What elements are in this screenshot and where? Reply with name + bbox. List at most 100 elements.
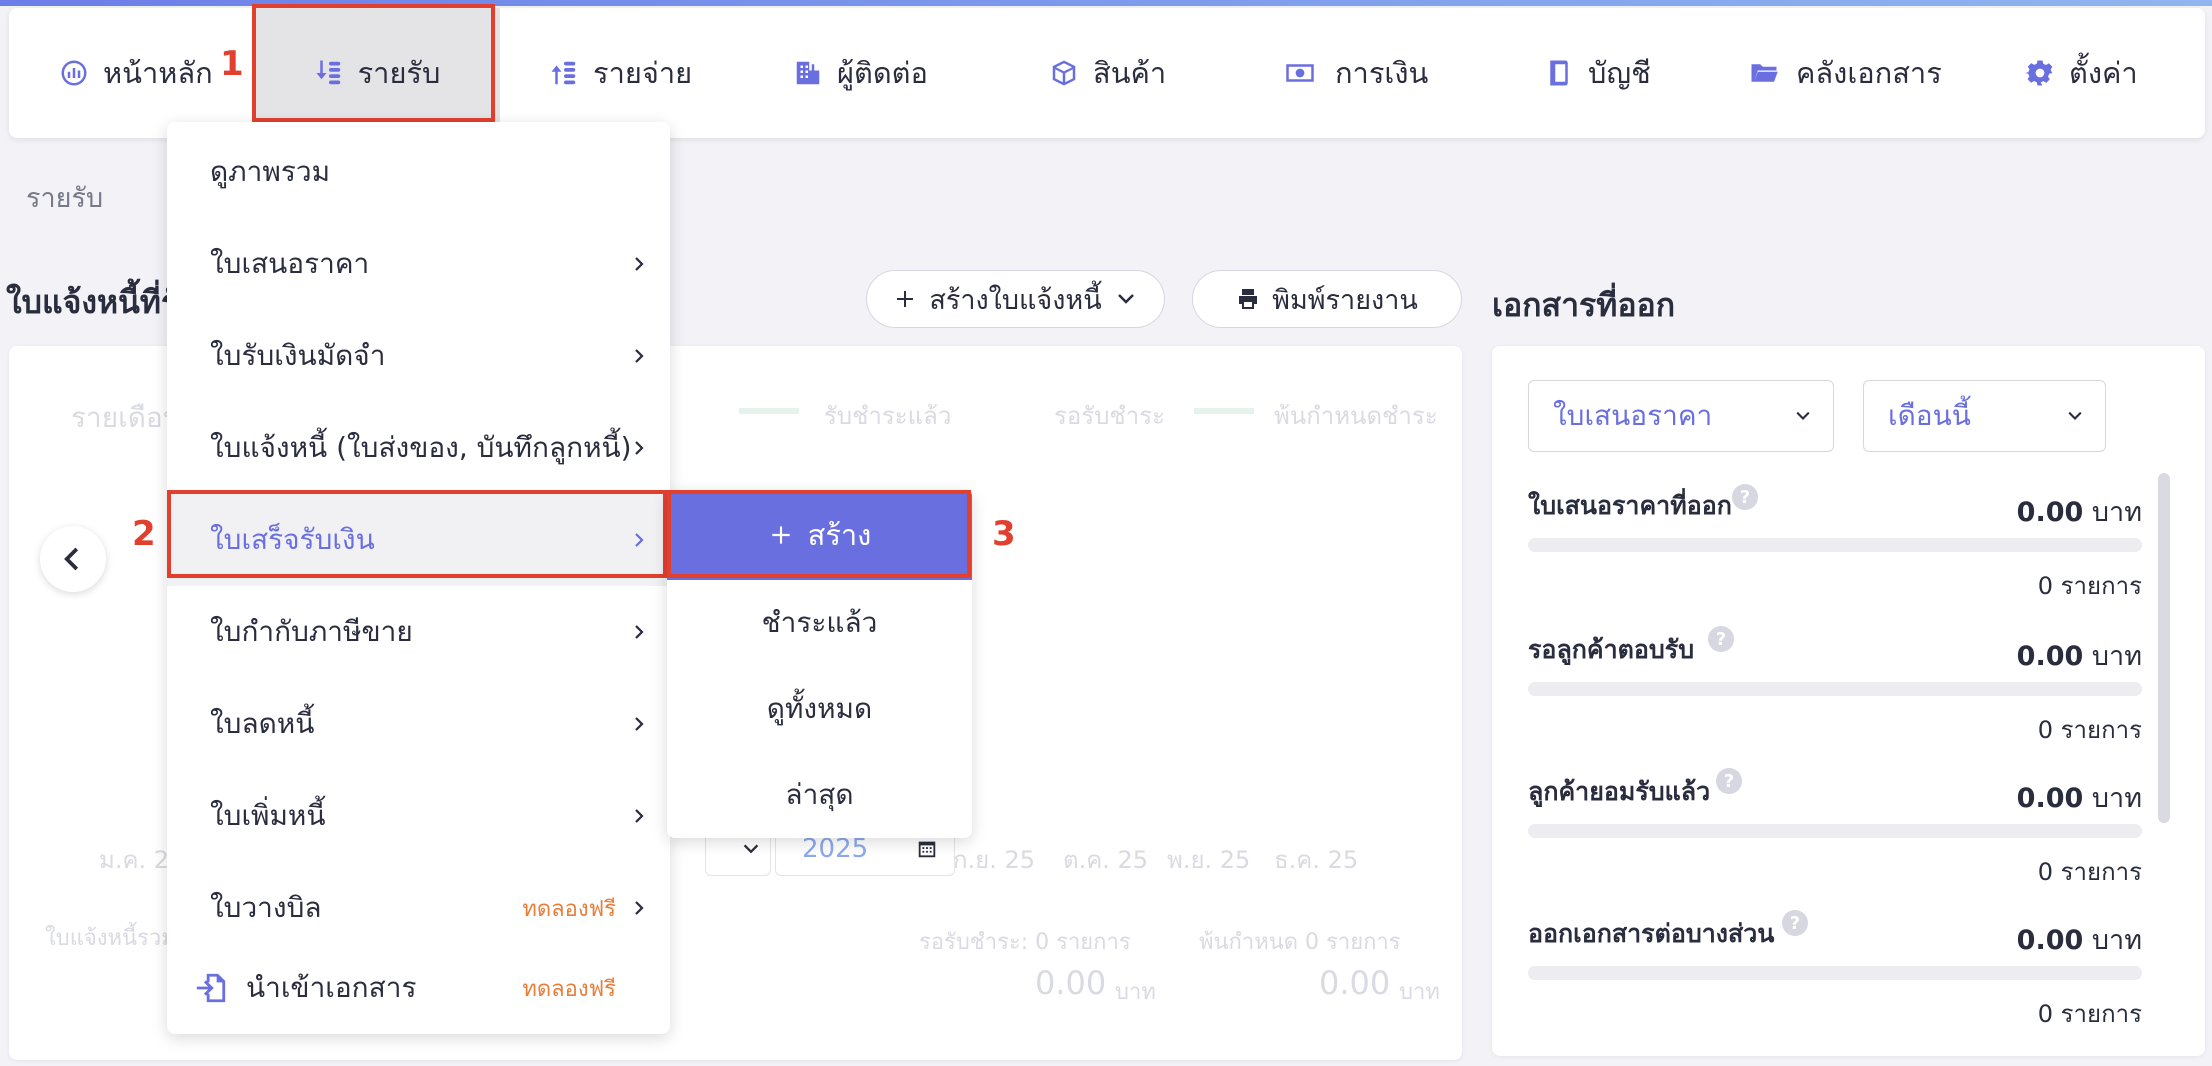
stat-progress-bar bbox=[1528, 824, 2142, 838]
stat-label-accepted: ลูกค้ายอมรับแล้ว bbox=[1528, 777, 1711, 806]
legend-overdue: พ้นกำหนดชำระ bbox=[1274, 402, 1438, 430]
nav-item-contacts[interactable]: ผู้ติดต่อ bbox=[793, 8, 928, 138]
invoice-section-title: ใบแจ้งหนี้ที่รั bbox=[6, 283, 179, 321]
chevron-down-icon bbox=[1117, 294, 1134, 304]
income-dropdown-menu: ดูภาพรวม ใบเสนอราคา ใบรับเงินมัดจำ ใบแจ้… bbox=[167, 122, 670, 1034]
nav-item-settings[interactable]: ตั้งค่า bbox=[2025, 8, 2138, 138]
nav-label: ผู้ติดต่อ bbox=[837, 56, 928, 90]
submenu-item-paid[interactable]: ชำระแล้ว bbox=[667, 580, 972, 666]
menu-item-label: นำเข้าเอกสาร bbox=[246, 971, 417, 1004]
nav-item-expense[interactable]: รายจ่าย bbox=[549, 8, 692, 138]
menu-item-invoice[interactable]: ใบแจ้งหนี้ (ใบส่งของ, บันทึกลูกหนี้) bbox=[167, 402, 670, 494]
top-accent-bar bbox=[0, 0, 2212, 6]
gear-icon bbox=[2025, 60, 2053, 86]
help-icon[interactable]: ? bbox=[1708, 626, 1734, 652]
money-icon bbox=[1286, 64, 1314, 82]
nav-label: หน้าหลัก bbox=[103, 56, 213, 90]
contacts-icon bbox=[796, 61, 820, 85]
invoice-summary-label: ใบแจ้งหนี้รวม bbox=[45, 926, 176, 951]
plus-icon bbox=[897, 291, 914, 307]
expense-icon bbox=[551, 61, 576, 85]
menu-item-deposit-receipt[interactable]: ใบรับเงินมัดจำ bbox=[167, 310, 670, 402]
overdue-count-label: พ้นกำหนด 0 รายการ bbox=[1199, 930, 1401, 955]
breadcrumb[interactable]: รายรับ bbox=[26, 176, 103, 219]
period-select[interactable]: เดือนนี้ bbox=[1863, 380, 2106, 452]
step-2-label: 2 bbox=[132, 514, 156, 554]
previous-button[interactable] bbox=[40, 526, 106, 592]
chevron-down-icon bbox=[743, 844, 759, 854]
stat-amount-partial: 0.00 บาท bbox=[2016, 925, 2142, 956]
income-icon bbox=[316, 60, 340, 85]
chevron-right-icon bbox=[635, 349, 644, 363]
menu-item-credit-note[interactable]: ใบลดหนี้ bbox=[167, 678, 670, 770]
menu-item-receipt[interactable]: ใบเสร็จรับเงิน bbox=[167, 494, 670, 586]
create-invoice-button[interactable]: สร้างใบแจ้งหนี้ bbox=[866, 270, 1165, 328]
chevron-down-icon bbox=[1796, 411, 1810, 420]
submenu-item-latest[interactable]: ล่าสุด bbox=[667, 752, 972, 838]
import-icon bbox=[196, 973, 226, 1003]
help-icon[interactable]: ? bbox=[1782, 910, 1808, 936]
menu-item-debit-note[interactable]: ใบเพิ่มหนี้ bbox=[167, 770, 670, 862]
menu-item-label: ใบเพิ่มหนี้ bbox=[210, 799, 326, 832]
document-type-select[interactable]: ใบเสนอราคา bbox=[1528, 380, 1834, 452]
period-value: เดือนนี้ bbox=[1888, 399, 1971, 432]
nav-item-finance[interactable]: การเงิน bbox=[1279, 8, 1428, 138]
stat-amount-issued: 0.00 บาท bbox=[2016, 497, 2142, 528]
menu-item-label: ใบรับเงินมัดจำ bbox=[210, 339, 386, 372]
printer-icon bbox=[1239, 289, 1258, 309]
receipt-submenu: สร้าง ชำระแล้ว ดูทั้งหมด ล่าสุด bbox=[667, 490, 972, 838]
menu-item-quotation[interactable]: ใบเสนอราคา bbox=[167, 218, 670, 310]
nav-item-documents[interactable]: คลังเอกสาร bbox=[1746, 8, 1942, 138]
nav-label: ตั้งค่า bbox=[2069, 56, 2138, 90]
nav-item-accounting[interactable]: บัญชี bbox=[1544, 8, 1651, 138]
legend-overdue-swatch bbox=[1194, 408, 1254, 414]
menu-item-label: ใบวางบิล bbox=[210, 891, 322, 924]
waiting-amount: 0.00 bbox=[1035, 964, 1107, 1002]
stat-label-partial: ออกเอกสารต่อบางส่วน bbox=[1528, 919, 1775, 948]
help-icon[interactable]: ? bbox=[1732, 484, 1758, 510]
menu-item-tax-invoice[interactable]: ใบกำกับภาษีขาย bbox=[167, 586, 670, 678]
stat-count-awaiting: 0 รายการ bbox=[2037, 716, 2142, 744]
calendar-icon bbox=[918, 841, 936, 858]
step-1-label: 1 bbox=[220, 44, 244, 84]
nav-item-products[interactable]: สินค้า bbox=[1049, 8, 1166, 138]
chevron-right-icon bbox=[635, 625, 644, 639]
stat-label-issued: ใบเสนอราคาที่ออก bbox=[1528, 491, 1732, 520]
free-trial-badge: ทดลองฟรี bbox=[522, 976, 616, 1002]
menu-item-billing-note[interactable]: ใบวางบิล ทดลองฟรี bbox=[167, 862, 670, 954]
overdue-unit: บาท bbox=[1399, 980, 1440, 1005]
create-invoice-label: สร้างใบแจ้งหนี้ bbox=[929, 284, 1102, 316]
year-value: 2025 bbox=[802, 834, 869, 864]
plus-icon bbox=[771, 526, 790, 544]
submenu-item-view-all[interactable]: ดูทั้งหมด bbox=[667, 666, 972, 752]
period-tab[interactable]: รายเดือน bbox=[71, 396, 182, 440]
print-report-button[interactable]: พิมพ์รายงาน bbox=[1192, 270, 1462, 328]
print-report-label: พิมพ์รายงาน bbox=[1272, 284, 1418, 316]
nav-label: รายรับ bbox=[357, 56, 441, 90]
chevron-right-icon bbox=[635, 257, 644, 271]
create-receipt-button[interactable]: สร้าง bbox=[667, 490, 972, 580]
stat-count-issued: 0 รายการ bbox=[2037, 572, 2142, 600]
menu-item-import-documents[interactable]: นำเข้าเอกสาร ทดลองฟรี bbox=[167, 942, 670, 1034]
nav-item-dashboard[interactable]: หน้าหลัก bbox=[59, 8, 213, 138]
overdue-amount: 0.00 bbox=[1319, 964, 1391, 1002]
month-label-sep: ก.ย. 25 bbox=[953, 846, 1036, 874]
nav-item-income[interactable]: รายรับ bbox=[254, 8, 500, 138]
menu-item-label: ใบเสนอราคา bbox=[210, 247, 370, 280]
chevron-down-icon bbox=[2068, 411, 2082, 420]
menu-item-label: ใบลดหนี้ bbox=[210, 707, 315, 740]
nav-label: รายจ่าย bbox=[593, 56, 693, 90]
box-icon bbox=[1052, 60, 1076, 86]
step-3-label: 3 bbox=[992, 514, 1016, 554]
help-icon[interactable]: ? bbox=[1716, 768, 1742, 794]
menu-item-label: ใบกำกับภาษีขาย bbox=[210, 615, 413, 648]
stats-scrollbar[interactable] bbox=[2158, 473, 2170, 823]
issued-documents-title: เอกสารที่ออก bbox=[1492, 286, 1676, 324]
menu-item-overview[interactable]: ดูภาพรวม bbox=[167, 126, 670, 218]
free-trial-badge: ทดลองฟรี bbox=[522, 896, 616, 922]
month-label-oct: ต.ค. 25 bbox=[1063, 846, 1149, 874]
stat-count-accepted: 0 รายการ bbox=[2037, 858, 2142, 886]
issued-documents-card: ใบเสนอราคา เดือนนี้ ใบเสนอราคาที่ออก ? 0… bbox=[1492, 346, 2205, 1056]
nav-label: การเงิน bbox=[1335, 56, 1429, 90]
legend-paid: รับชำระแล้ว bbox=[824, 402, 952, 430]
